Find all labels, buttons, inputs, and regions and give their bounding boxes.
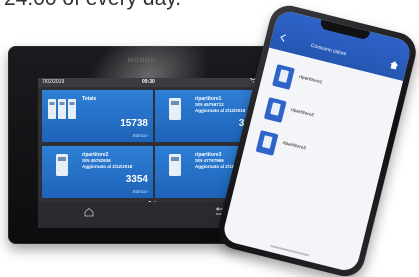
item-name: ripartitore1 — [298, 73, 323, 85]
tile-updated: Aggiornato al 2/12/2018 — [82, 164, 133, 169]
tile-title: Totale — [82, 96, 97, 102]
status-time: 09:30 — [142, 79, 155, 85]
history-link[interactable]: Storico› — [132, 189, 148, 194]
tile-updated: Aggiornato al 2/12/2018 — [195, 108, 246, 113]
tile-totale[interactable]: Totale 15738 Storico› — [42, 90, 153, 142]
tile-serial: S/N 47767966 — [195, 158, 224, 163]
tile-serial: S/N 45752636 — [82, 158, 111, 163]
device-brand-logo: MONNU — [128, 58, 156, 64]
heat-meter-icon — [255, 130, 279, 156]
tile-ripartitore2[interactable]: ripartitore2 S/N 45752636 Aggiornato al … — [42, 146, 153, 198]
heat-meter-icon — [56, 154, 68, 176]
heat-meter-icon — [169, 154, 181, 176]
heat-meter-icon — [169, 98, 181, 120]
tile-serial: S/N 45756712 — [195, 102, 224, 107]
smartphone-device: Consumo calore ripartitore1 ripartitore2… — [213, 1, 419, 277]
back-chevron-icon[interactable] — [279, 33, 287, 42]
status-date: 7/02/2019 — [42, 79, 65, 85]
status-bar: 7/02/2019 09:30 — [38, 78, 270, 87]
tile-value: 3354 — [125, 174, 148, 185]
tile-value: 15738 — [120, 118, 148, 129]
item-name: ripartitore3 — [282, 139, 307, 151]
product-scene: 24.00 of every day. MONNU 7/02/2019 09:3… — [0, 0, 419, 277]
home-icon[interactable] — [389, 59, 400, 70]
history-link[interactable]: Storico› — [132, 133, 148, 138]
heat-meter-icon — [263, 97, 287, 123]
app-title: Consumo calore — [310, 42, 347, 58]
heat-meter-icon — [272, 64, 295, 90]
marketing-caption: 24.00 of every day. — [4, 0, 181, 11]
heat-meters-icon — [48, 99, 76, 119]
home-icon[interactable] — [84, 207, 94, 217]
item-name: ripartitore2 — [290, 106, 315, 118]
